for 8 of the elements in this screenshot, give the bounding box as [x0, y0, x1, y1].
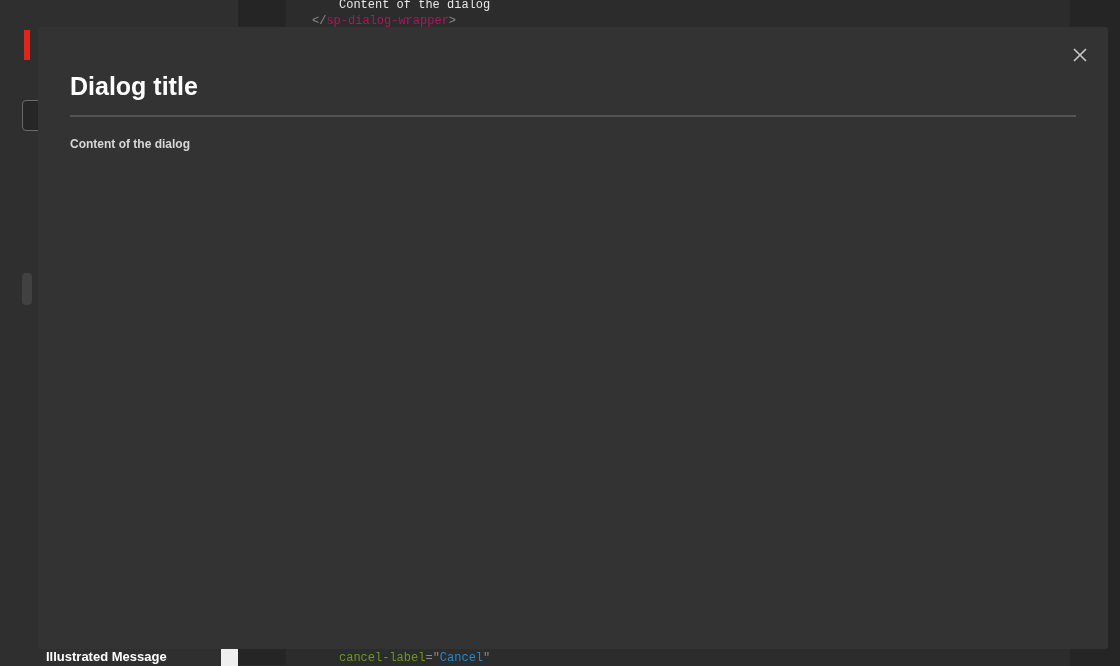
- logo-icon: [24, 30, 30, 60]
- dialog-content: Content of the dialog: [70, 136, 191, 153]
- code-line: Content of the dialog: [338, 0, 491, 13]
- dialog-title: Dialog title: [70, 71, 199, 101]
- close-icon: [1073, 48, 1087, 62]
- code-line: cancel-label="Cancel": [338, 650, 491, 666]
- sidebar-item[interactable]: Illustrated Message: [0, 646, 221, 666]
- code-line: </sp-dialog-wrapper>: [311, 13, 458, 29]
